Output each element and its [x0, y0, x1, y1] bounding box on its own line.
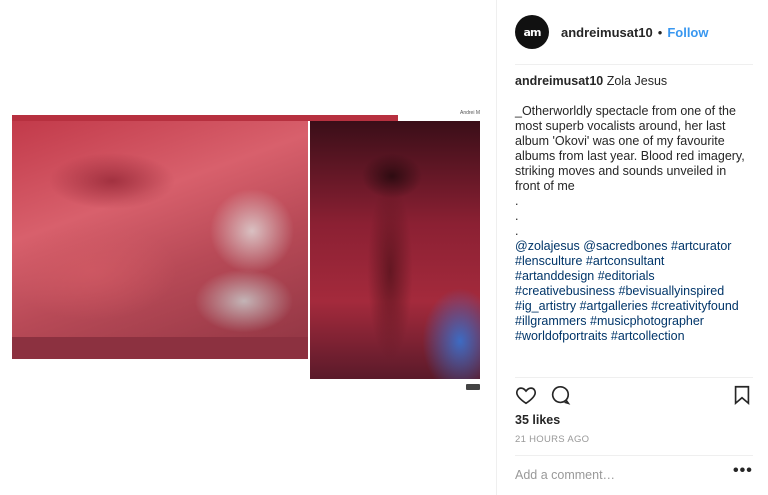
post-media[interactable]: Andrei M — [0, 0, 496, 495]
caption-dots: . . . — [515, 194, 519, 238]
photo-left-portrait — [12, 121, 308, 358]
post-side-panel: am andreimusat10 • Follow andreimusat10 … — [496, 0, 768, 495]
photo-right-performer — [310, 121, 480, 379]
photo-left-bottom-band — [12, 337, 308, 359]
divider — [515, 64, 753, 65]
heart-icon[interactable] — [515, 384, 539, 408]
photo-logo-mark — [466, 384, 480, 390]
comment-icon[interactable] — [549, 384, 573, 408]
more-options-icon[interactable]: ••• — [733, 462, 753, 480]
photo-signature: Andrei M — [460, 110, 481, 116]
caption-username[interactable]: andreimusat10 — [515, 74, 603, 88]
caption-heading: andreimusat10 Zola Jesus — [515, 74, 745, 89]
follow-button[interactable]: Follow — [667, 25, 708, 40]
post-header: am andreimusat10 • Follow — [515, 12, 755, 52]
caption: andreimusat10 Zola Jesus _Otherworldly s… — [515, 74, 745, 344]
header-separator: • — [657, 24, 663, 40]
header-username[interactable]: andreimusat10 — [561, 25, 653, 40]
avatar[interactable]: am — [515, 15, 549, 49]
avatar-logo: am — [523, 25, 542, 39]
bookmark-icon[interactable] — [731, 384, 755, 408]
caption-title: Zola Jesus — [606, 74, 668, 88]
post-timestamp[interactable]: 21 HOURS AGO — [515, 434, 589, 445]
divider — [515, 455, 753, 456]
comment-input[interactable] — [515, 466, 715, 484]
caption-body: _Otherworldly spectacle from one of the … — [515, 104, 745, 193]
caption-hashtags[interactable]: @zolajesus @sacredbones #artcurator #len… — [515, 239, 745, 344]
likes-count[interactable]: 35 likes — [515, 413, 560, 427]
divider — [515, 377, 753, 378]
action-bar — [515, 384, 753, 410]
